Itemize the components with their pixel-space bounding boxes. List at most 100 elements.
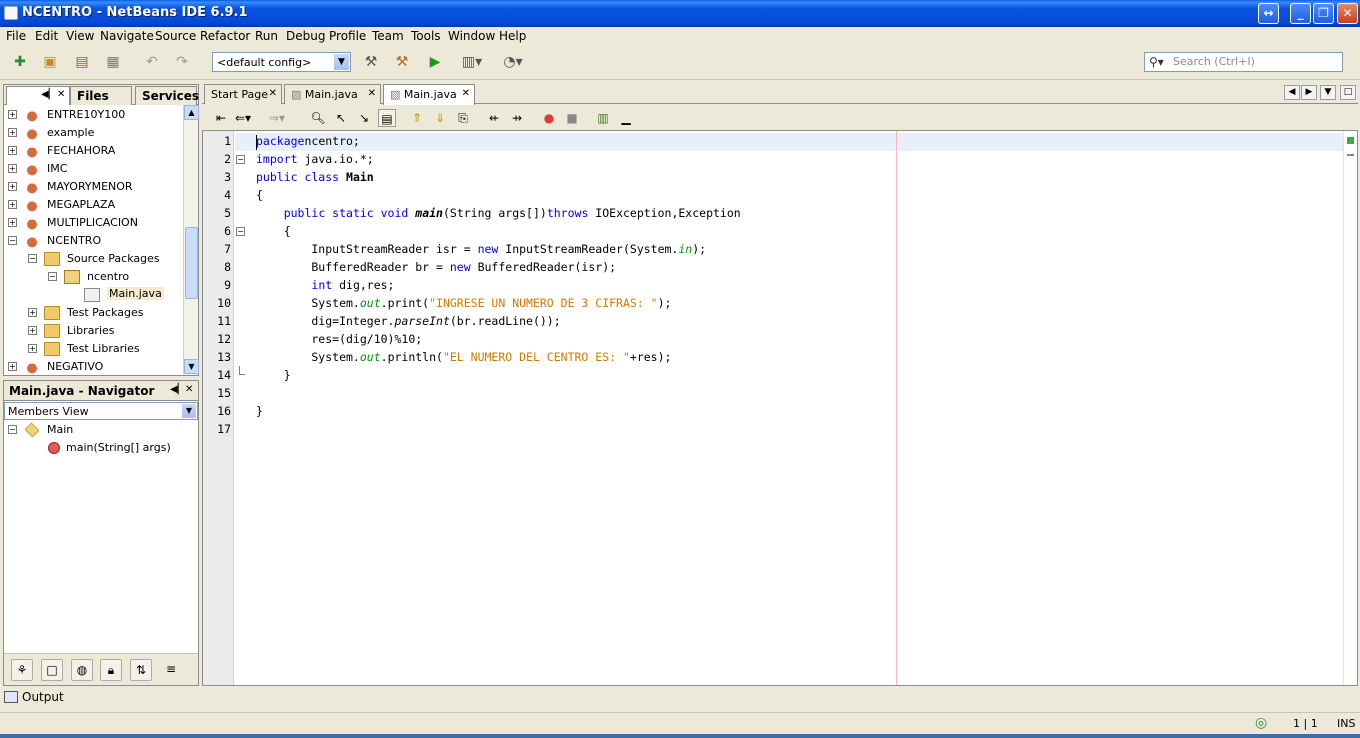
chevron-down-icon[interactable]: ▼ bbox=[182, 404, 196, 418]
close-icon[interactable]: ✕ bbox=[57, 89, 65, 100]
close-icon[interactable]: ✕ bbox=[185, 384, 193, 395]
new-file-icon[interactable]: ✚ bbox=[10, 52, 30, 72]
collapse-icon[interactable]: − bbox=[48, 272, 57, 281]
start-macro-icon[interactable]: ● bbox=[540, 109, 558, 127]
debug-icon[interactable]: ▥▾ bbox=[455, 52, 489, 72]
scroll-tabs-left-icon[interactable]: ◀ bbox=[1284, 85, 1300, 100]
navigator-item-method[interactable]: main(String[] args) bbox=[4, 439, 183, 457]
menu-view[interactable]: View bbox=[66, 29, 94, 43]
menu-refactor[interactable]: Refactor bbox=[200, 29, 250, 43]
show-nonpublic-icon[interactable]: 🔒︎ bbox=[100, 659, 122, 681]
menu-tools[interactable]: Tools bbox=[411, 29, 441, 43]
new-project-icon[interactable]: ▣ bbox=[40, 52, 60, 72]
tree-item[interactable]: + Test Packages bbox=[4, 304, 183, 322]
tab-files[interactable]: Files bbox=[70, 86, 132, 105]
resize-arrows-icon[interactable]: ↔ bbox=[1258, 3, 1279, 24]
minimize-window-icon[interactable]: ◀▏ bbox=[170, 384, 185, 395]
menu-source[interactable]: Source bbox=[155, 29, 196, 43]
expand-icon[interactable]: + bbox=[8, 110, 17, 119]
error-stripe[interactable] bbox=[1343, 131, 1357, 685]
forward-icon[interactable]: ⇒▾ bbox=[268, 109, 286, 127]
code-area[interactable]: packagencentro; import java.io.*; public c… bbox=[235, 131, 1343, 685]
expand-icon[interactable]: + bbox=[28, 344, 37, 353]
close-tab-icon[interactable]: ✕ bbox=[269, 88, 277, 99]
tree-scrollbar[interactable]: ▲ ▼ bbox=[183, 105, 199, 375]
tree-item[interactable]: Main.java bbox=[4, 286, 183, 304]
tree-item[interactable]: − NCENTRO bbox=[4, 232, 183, 250]
collapse-icon[interactable]: − bbox=[8, 236, 17, 245]
fold-icon[interactable]: − bbox=[236, 155, 245, 164]
tree-item[interactable]: + MULTIPLICACION bbox=[4, 214, 183, 232]
notifications-icon[interactable]: ◎ bbox=[1255, 715, 1267, 731]
expand-icon[interactable]: + bbox=[28, 326, 37, 335]
menu-navigate[interactable]: Navigate bbox=[100, 29, 154, 43]
menu-run[interactable]: Run bbox=[255, 29, 278, 43]
open-project-icon[interactable]: ▤ bbox=[72, 52, 92, 72]
tree-item[interactable]: + IMC bbox=[4, 160, 183, 178]
scroll-thumb[interactable] bbox=[185, 227, 198, 299]
tree-item[interactable]: + MEGAPLAZA bbox=[4, 196, 183, 214]
search-input[interactable]: ⚲▾ Search (Ctrl+I) bbox=[1144, 52, 1343, 72]
fold-icon[interactable]: − bbox=[236, 227, 245, 236]
show-fields-icon[interactable]: □ bbox=[41, 659, 63, 681]
close-button[interactable]: ✕ bbox=[1337, 3, 1358, 24]
tree-item[interactable]: + FECHAHORA bbox=[4, 142, 183, 160]
expand-icon[interactable]: + bbox=[8, 128, 17, 137]
maximize-button[interactable]: ❐ bbox=[1313, 3, 1334, 24]
tab-main-java[interactable]: ▧ Main.java ✕ bbox=[284, 84, 381, 104]
show-static-icon[interactable]: ◍ bbox=[71, 659, 93, 681]
tab-services[interactable]: Services bbox=[135, 86, 199, 105]
close-tab-icon[interactable]: ✕ bbox=[462, 88, 470, 99]
stop-macro-icon[interactable]: ■ bbox=[563, 109, 581, 127]
minimize-window-icon[interactable]: ◀▏ bbox=[41, 89, 56, 100]
menu-edit[interactable]: Edit bbox=[35, 29, 58, 43]
previous-bookmark-icon[interactable]: ⇑ bbox=[408, 109, 426, 127]
collapse-icon[interactable]: − bbox=[8, 425, 17, 434]
profile-icon[interactable]: ◔▾ bbox=[496, 52, 530, 72]
last-edit-icon[interactable]: ⇤ bbox=[212, 109, 230, 127]
expand-icon[interactable]: + bbox=[8, 146, 17, 155]
expand-icon[interactable]: + bbox=[8, 362, 17, 371]
back-icon[interactable]: ⇐▾ bbox=[234, 109, 252, 127]
close-tab-icon[interactable]: ✕ bbox=[368, 88, 376, 99]
tree-item[interactable]: − Source Packages bbox=[4, 250, 183, 268]
minimize-button[interactable]: _ bbox=[1290, 3, 1311, 24]
menu-help[interactable]: Help bbox=[499, 29, 526, 43]
shift-right-icon[interactable]: ⇸ bbox=[508, 109, 526, 127]
navigator-item-class[interactable]: − Main bbox=[4, 421, 183, 439]
tab-start-page[interactable]: Start Page ✕ bbox=[204, 84, 282, 104]
tree-item[interactable]: + example bbox=[4, 124, 183, 142]
redo-icon[interactable]: ↷ bbox=[172, 52, 192, 72]
tree-item[interactable]: + ENTRE10Y100 bbox=[4, 106, 183, 124]
configuration-select[interactable]: <default config> ▼ bbox=[212, 52, 351, 72]
clean-build-icon[interactable]: ⚒ bbox=[392, 52, 412, 72]
toggle-bookmark-icon[interactable]: ⎘ bbox=[454, 109, 472, 127]
menu-debug[interactable]: Debug bbox=[286, 29, 325, 43]
expand-icon[interactable]: + bbox=[8, 200, 17, 209]
show-opened-documents-icon[interactable]: ▼ bbox=[1320, 85, 1336, 100]
chevron-down-icon[interactable]: ▼ bbox=[334, 54, 349, 70]
tree-item[interactable]: − ncentro bbox=[4, 268, 183, 286]
sort-by-source-icon[interactable]: ≡ bbox=[160, 659, 182, 681]
scroll-tabs-right-icon[interactable]: ▶ bbox=[1301, 85, 1317, 100]
tree-item[interactable]: + Test Libraries bbox=[4, 340, 183, 358]
tab-projects[interactable]: ◀▏ ✕ bbox=[6, 86, 70, 105]
menu-team[interactable]: Team bbox=[372, 29, 404, 43]
expand-icon[interactable]: + bbox=[8, 218, 17, 227]
code-editor[interactable]: 1 2 3 4 5 6 7 8 9 10 11 12 13 14 15 16 17 packagencentro… bbox=[202, 130, 1358, 686]
build-icon[interactable]: ⚒ bbox=[361, 52, 381, 72]
scroll-down-icon[interactable]: ▼ bbox=[184, 359, 199, 374]
tree-item[interactable]: + NEGATIVO bbox=[4, 358, 183, 375]
menu-file[interactable]: File bbox=[6, 29, 26, 43]
output-window-button[interactable]: Output bbox=[4, 690, 64, 704]
uncomment-icon[interactable]: ▁ bbox=[617, 109, 635, 127]
tab-main-java-active[interactable]: ▧ Main.java ✕ bbox=[383, 84, 475, 105]
expand-icon[interactable]: + bbox=[8, 182, 17, 191]
comment-icon[interactable]: ▥ bbox=[594, 109, 612, 127]
sort-by-name-icon[interactable]: ⇅ bbox=[130, 659, 152, 681]
undo-icon[interactable]: ↶ bbox=[142, 52, 162, 72]
collapse-icon[interactable]: − bbox=[28, 254, 37, 263]
tree-item[interactable]: + Libraries bbox=[4, 322, 183, 340]
maximize-window-icon[interactable]: □ bbox=[1340, 85, 1356, 100]
expand-icon[interactable]: + bbox=[28, 308, 37, 317]
